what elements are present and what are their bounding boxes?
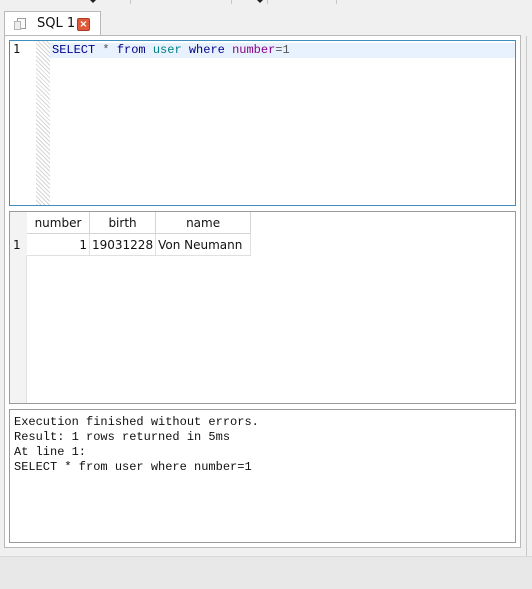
cell-number[interactable]: 1: [27, 233, 90, 256]
keyword-where: where: [188, 43, 225, 57]
line-number: 1: [13, 42, 21, 56]
message-text: Execution finished without errors. Result…: [14, 415, 259, 475]
tab-label: SQL 1: [37, 16, 76, 31]
status-bar: [0, 556, 532, 589]
close-icon[interactable]: ×: [77, 18, 90, 31]
message-line: Execution finished without errors.: [14, 415, 259, 429]
column-header-birth[interactable]: birth: [89, 212, 157, 234]
cell-name[interactable]: Von Neumann: [155, 233, 252, 256]
results-grid[interactable]: number birth name 1 1 19031228 Von Neuma…: [9, 211, 516, 404]
dropdown-arrow-icon[interactable]: [90, 0, 96, 3]
keyword-from: from: [116, 43, 146, 57]
table-row[interactable]: 1 1 19031228 Von Neumann: [10, 233, 252, 256]
dropdown-arrow-icon[interactable]: [257, 0, 263, 3]
line-number-gutter: 1: [10, 41, 36, 205]
toolbar-segment: [0, 0, 131, 4]
tab-strip: SQL 1 ×: [0, 0, 532, 36]
operator-star: *: [95, 43, 117, 57]
message-pane[interactable]: Execution finished without errors. Result…: [9, 409, 516, 543]
operator-equals-value: =1: [275, 43, 290, 57]
cell-birth[interactable]: 19031228: [89, 233, 157, 256]
sql-editor[interactable]: 1 SELECT * from user where number=1: [9, 40, 516, 206]
column-header-name[interactable]: name: [155, 212, 252, 234]
fold-margin: [36, 41, 50, 205]
panel-edge: [526, 36, 527, 556]
toolbar-segment: [268, 0, 337, 4]
results-table: number birth name 1 1 19031228 Von Neuma…: [10, 212, 252, 256]
identifier-number: number: [232, 43, 276, 57]
message-line: Result: 1 rows returned in 5ms: [14, 430, 231, 444]
header-row: number birth name: [10, 212, 252, 234]
row-index[interactable]: 1: [10, 233, 27, 256]
corner-cell[interactable]: [10, 212, 27, 234]
message-line: SELECT * from user where number=1: [14, 460, 252, 474]
toolbar-segment: [131, 0, 232, 4]
identifier-user: user: [152, 43, 182, 57]
sql-code-line[interactable]: SELECT * from user where number=1: [52, 43, 290, 57]
column-header-number[interactable]: number: [27, 212, 90, 234]
keyword-select: SELECT: [52, 43, 96, 57]
message-line: At line 1:: [14, 445, 87, 459]
document-icon: [14, 18, 26, 30]
tab-sql-1[interactable]: SQL 1 ×: [4, 11, 101, 36]
